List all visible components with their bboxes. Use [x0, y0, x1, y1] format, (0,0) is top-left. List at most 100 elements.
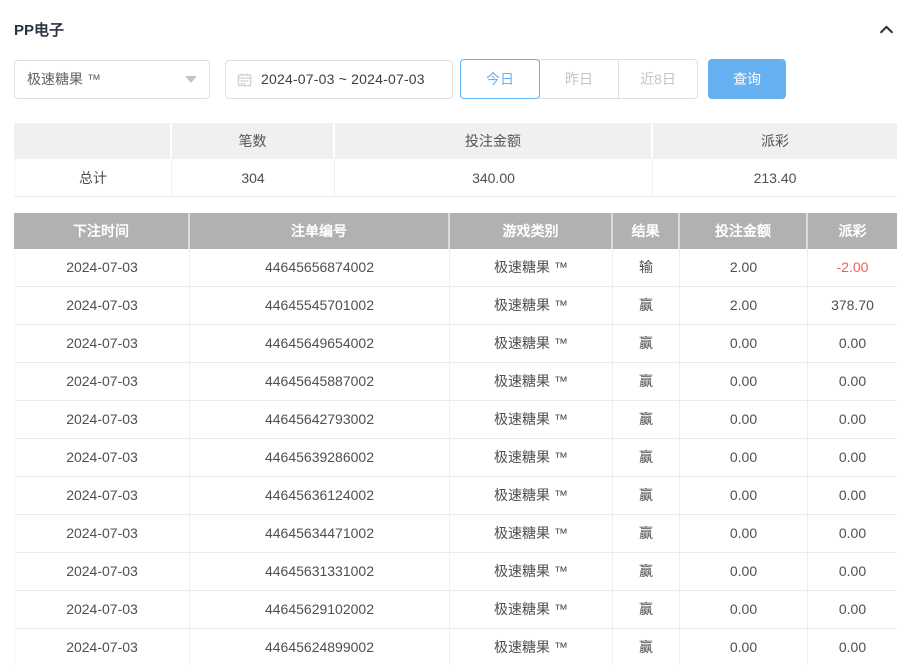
date-range-value: 2024-07-03 ~ 2024-07-03 [261, 71, 425, 87]
table-row: 2024-07-03 44645645887002 极速糖果 ™ 赢 0.00 … [14, 363, 897, 401]
cell-game-category: 极速糖果 ™ [450, 401, 613, 439]
summary-table: 笔数 投注金额 派彩 总计 304 340.00 213.40 [14, 123, 897, 197]
table-row: 2024-07-03 44645642793002 极速糖果 ™ 赢 0.00 … [14, 401, 897, 439]
cell-bet-time: 2024-07-03 [14, 401, 190, 439]
cell-result: 赢 [613, 553, 680, 591]
cell-bet-id: 44645631331002 [190, 553, 450, 591]
cell-payout: 378.70 [808, 287, 897, 325]
header-game-category: 游戏类别 [450, 213, 613, 249]
summary-total-bet-amount: 340.00 [335, 159, 653, 197]
cell-payout: 0.00 [808, 629, 897, 665]
chevron-down-icon [185, 76, 197, 83]
cell-game-category: 极速糖果 ™ [450, 477, 613, 515]
cell-bet-id: 44645642793002 [190, 401, 450, 439]
cell-bet-amount: 0.00 [680, 439, 808, 477]
cell-result: 赢 [613, 439, 680, 477]
page-title: PP电子 [14, 19, 64, 40]
cell-bet-id: 44645624899002 [190, 629, 450, 665]
cell-game-category: 极速糖果 ™ [450, 515, 613, 553]
cell-bet-id: 44645545701002 [190, 287, 450, 325]
summary-header-payout: 派彩 [653, 123, 897, 159]
cell-payout: 0.00 [808, 401, 897, 439]
cell-payout: 0.00 [808, 325, 897, 363]
cell-payout: 0.00 [808, 477, 897, 515]
header-bet-amount: 投注金额 [680, 213, 808, 249]
cell-game-category: 极速糖果 ™ [450, 363, 613, 401]
cell-bet-amount: 0.00 [680, 629, 808, 665]
bet-records-table: 下注时间 注单编号 游戏类别 结果 投注金额 派彩 2024-07-03 446… [14, 213, 897, 665]
table-row: 2024-07-03 44645631331002 极速糖果 ™ 赢 0.00 … [14, 553, 897, 591]
chevron-up-icon [878, 21, 895, 38]
collapse-panel-button[interactable] [876, 19, 897, 40]
cell-bet-amount: 0.00 [680, 477, 808, 515]
game-select[interactable]: 极速糖果 ™ [14, 60, 210, 99]
table-row: 2024-07-03 44645639286002 极速糖果 ™ 赢 0.00 … [14, 439, 897, 477]
cell-bet-time: 2024-07-03 [14, 249, 190, 287]
cell-payout: -2.00 [808, 249, 897, 287]
cell-bet-id: 44645645887002 [190, 363, 450, 401]
calendar-icon [237, 72, 252, 87]
date-quick-buttons: 今日 昨日 近8日 [460, 59, 698, 99]
cell-bet-id: 44645636124002 [190, 477, 450, 515]
last-8-days-button[interactable]: 近8日 [618, 59, 698, 99]
header-result: 结果 [613, 213, 680, 249]
yesterday-button[interactable]: 昨日 [539, 59, 619, 99]
cell-game-category: 极速糖果 ™ [450, 553, 613, 591]
cell-result: 赢 [613, 629, 680, 665]
cell-bet-time: 2024-07-03 [14, 363, 190, 401]
table-row: 2024-07-03 44645545701002 极速糖果 ™ 赢 2.00 … [14, 287, 897, 325]
table-row: 2024-07-03 44645634471002 极速糖果 ™ 赢 0.00 … [14, 515, 897, 553]
cell-bet-time: 2024-07-03 [14, 477, 190, 515]
cell-bet-id: 44645649654002 [190, 325, 450, 363]
summary-header-blank [14, 123, 172, 159]
cell-bet-amount: 0.00 [680, 363, 808, 401]
pp-electronic-panel: PP电子 极速糖果 ™ 2024-07-03 ~ 2024-07-03 今日 昨… [0, 0, 911, 665]
cell-bet-amount: 2.00 [680, 249, 808, 287]
header-payout: 派彩 [808, 213, 897, 249]
cell-result: 输 [613, 249, 680, 287]
cell-bet-amount: 0.00 [680, 515, 808, 553]
header-bet-id: 注单编号 [190, 213, 450, 249]
cell-bet-id: 44645629102002 [190, 591, 450, 629]
cell-result: 赢 [613, 325, 680, 363]
cell-bet-amount: 0.00 [680, 401, 808, 439]
summary-total-count: 304 [172, 159, 335, 197]
summary-total-payout: 213.40 [653, 159, 897, 197]
cell-bet-id: 44645634471002 [190, 515, 450, 553]
panel-header: PP电子 [14, 0, 897, 40]
summary-header-bet-amount: 投注金额 [335, 123, 653, 159]
table-row: 2024-07-03 44645636124002 极速糖果 ™ 赢 0.00 … [14, 477, 897, 515]
cell-game-category: 极速糖果 ™ [450, 591, 613, 629]
summary-total-row: 总计 304 340.00 213.40 [14, 159, 897, 197]
cell-game-category: 极速糖果 ™ [450, 287, 613, 325]
cell-result: 赢 [613, 401, 680, 439]
bet-records-header: 下注时间 注单编号 游戏类别 结果 投注金额 派彩 [14, 213, 897, 249]
cell-result: 赢 [613, 477, 680, 515]
cell-bet-id: 44645639286002 [190, 439, 450, 477]
cell-bet-time: 2024-07-03 [14, 439, 190, 477]
detail-table-body: 2024-07-03 44645656874002 极速糖果 ™ 输 2.00 … [14, 249, 897, 665]
cell-bet-time: 2024-07-03 [14, 629, 190, 665]
game-select-value: 极速糖果 ™ [27, 69, 101, 89]
cell-game-category: 极速糖果 ™ [450, 629, 613, 665]
cell-result: 赢 [613, 287, 680, 325]
cell-bet-amount: 0.00 [680, 553, 808, 591]
table-row: 2024-07-03 44645656874002 极速糖果 ™ 输 2.00 … [14, 249, 897, 287]
cell-bet-amount: 0.00 [680, 591, 808, 629]
date-range-picker[interactable]: 2024-07-03 ~ 2024-07-03 [225, 60, 453, 99]
cell-payout: 0.00 [808, 363, 897, 401]
summary-header-count: 笔数 [172, 123, 335, 159]
search-button[interactable]: 查询 [708, 59, 786, 99]
cell-bet-time: 2024-07-03 [14, 325, 190, 363]
cell-bet-id: 44645656874002 [190, 249, 450, 287]
cell-bet-time: 2024-07-03 [14, 591, 190, 629]
cell-bet-time: 2024-07-03 [14, 515, 190, 553]
cell-bet-time: 2024-07-03 [14, 553, 190, 591]
cell-result: 赢 [613, 591, 680, 629]
cell-bet-amount: 0.00 [680, 325, 808, 363]
summary-table-header: 笔数 投注金额 派彩 [14, 123, 897, 159]
cell-payout: 0.00 [808, 591, 897, 629]
cell-payout: 0.00 [808, 439, 897, 477]
cell-game-category: 极速糖果 ™ [450, 249, 613, 287]
today-button[interactable]: 今日 [460, 59, 540, 99]
